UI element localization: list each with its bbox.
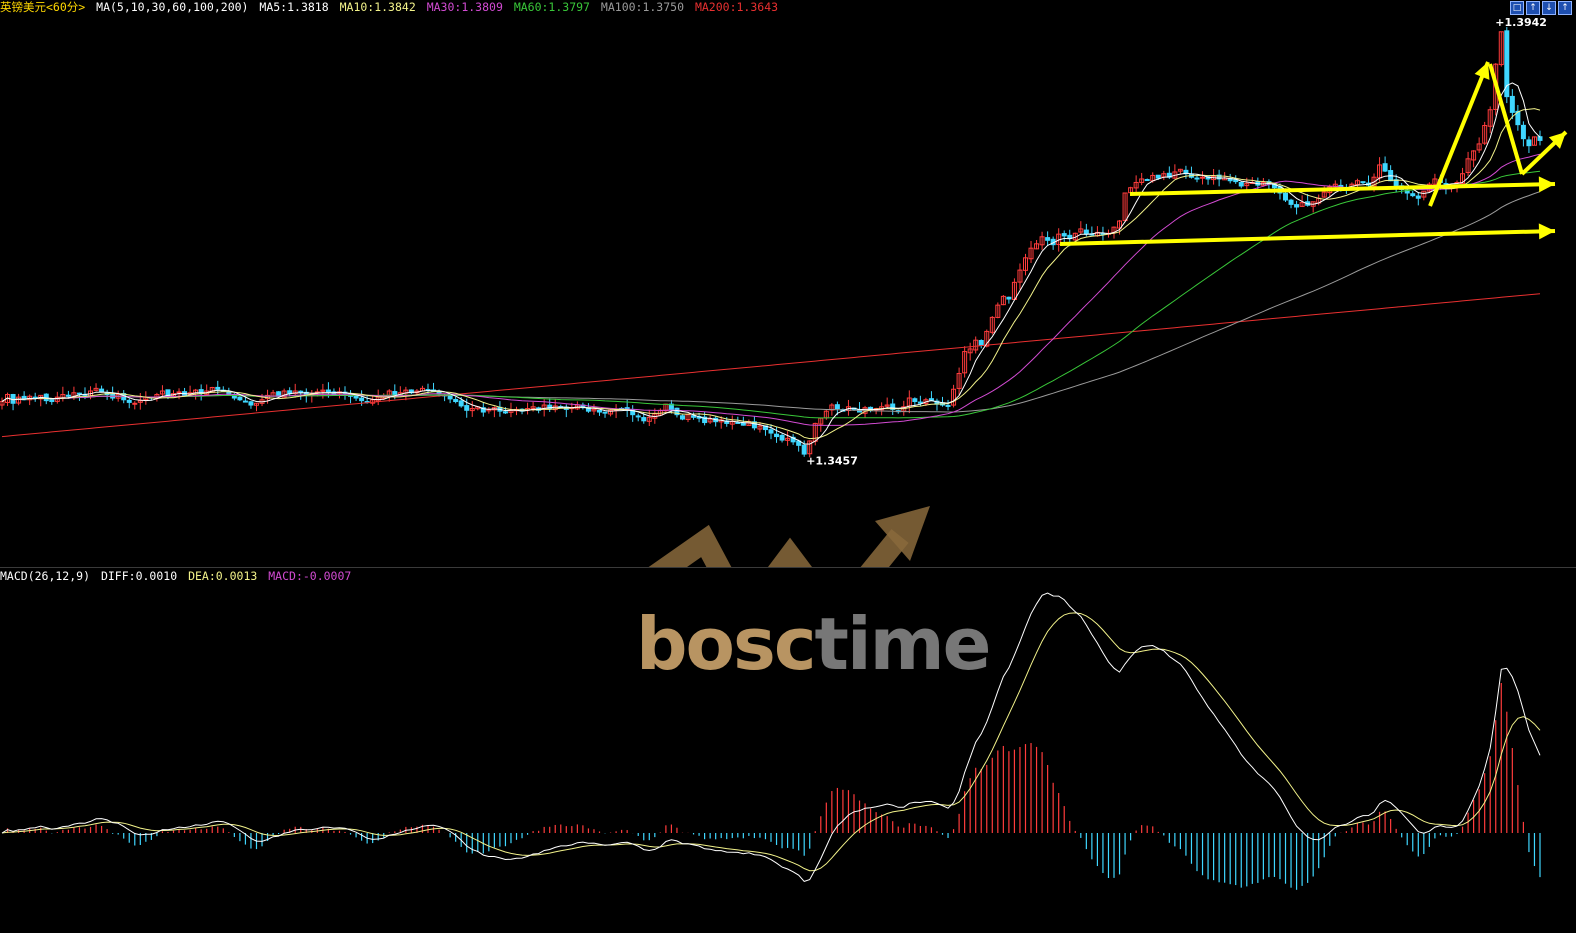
candle-down: [1410, 193, 1416, 197]
down-button[interactable]: ↓: [1542, 1, 1556, 15]
candle-down: [392, 391, 398, 396]
ma200-value: MA200:1.3643: [694, 0, 779, 14]
candle-down: [641, 417, 647, 422]
candle-down: [1504, 30, 1510, 98]
ma-params-label: MA(5,10,30,60,100,200): [96, 0, 249, 14]
candle-down: [635, 415, 641, 418]
candle-down: [1509, 95, 1515, 113]
ma5-line: [1, 82, 1541, 445]
ma100-line: [1, 191, 1541, 413]
candle-down: [502, 411, 508, 414]
candle-down: [596, 409, 602, 413]
high-label: +1.3942: [1495, 16, 1547, 29]
candle-down: [1294, 204, 1300, 208]
instrument-label[interactable]: 英镑美元<60分>: [0, 0, 85, 14]
candle-down: [453, 398, 459, 403]
candle-up: [132, 402, 138, 405]
candle-down: [735, 421, 741, 424]
ma30-line: [1, 153, 1541, 426]
candle-down: [774, 433, 780, 438]
candle-down: [1288, 199, 1294, 205]
candle-down: [1155, 174, 1161, 179]
candle-down: [1006, 296, 1012, 300]
candle-down: [834, 404, 840, 410]
ma30-value: MA30:1.3809: [426, 0, 503, 14]
watermark-text: bosctime: [636, 602, 991, 686]
ma5-value: MA5:1.3818: [259, 0, 329, 14]
candle-down: [1194, 177, 1200, 180]
support-arrow-head: [1538, 223, 1555, 240]
panel-divider: [0, 567, 1576, 568]
candle-down: [779, 434, 785, 441]
resistance-arrow-head: [1538, 176, 1555, 193]
candle-down: [458, 400, 464, 407]
candle-down: [242, 400, 248, 403]
candle-down: [602, 411, 608, 414]
candle-down: [1238, 182, 1244, 187]
candle-down: [1520, 124, 1526, 140]
candle-down: [1382, 163, 1388, 172]
candle-down: [76, 392, 82, 395]
candle-down: [359, 397, 365, 402]
candle-down: [1526, 139, 1532, 147]
candle-down: [65, 394, 71, 397]
ma10-value: MA10:1.3842: [339, 0, 416, 14]
candle-down: [1144, 179, 1150, 182]
restore-button[interactable]: □: [1510, 1, 1524, 15]
candle-down: [978, 340, 984, 346]
watermark-logo: [648, 524, 909, 568]
candle-down: [1045, 237, 1051, 241]
low-label: +1.3457: [806, 455, 858, 468]
candle-down: [768, 429, 774, 434]
ma100-value: MA100:1.3750: [600, 0, 685, 14]
candle-down: [912, 398, 918, 403]
candle-down: [237, 396, 243, 401]
top-button[interactable]: ↑: [1558, 1, 1572, 15]
candle-down: [1061, 233, 1067, 237]
candle-down: [1283, 192, 1289, 201]
ma60-value: MA60:1.3797: [513, 0, 590, 14]
candle-down: [49, 398, 55, 403]
candle-up: [176, 391, 182, 394]
candle-up: [1200, 176, 1206, 179]
candle-down: [801, 444, 807, 455]
candle-down: [464, 405, 470, 411]
candle-down: [1415, 195, 1421, 199]
support-arrow: [1059, 229, 1556, 246]
up-button[interactable]: ↑: [1526, 1, 1540, 15]
candle-down: [679, 415, 685, 420]
ma60-line: [1, 170, 1541, 419]
ma10-line: [1, 108, 1541, 440]
candle-down: [126, 399, 132, 403]
candle-down: [1360, 181, 1366, 184]
candle-down: [99, 388, 105, 393]
price-chart[interactable]: +1.3942 +1.3457: [0, 16, 1576, 568]
window-buttons: □ ↑ ↓ ↑: [1510, 1, 1572, 15]
chart-header: 英镑美元<60分> MA(5,10,30,60,100,200) MA5:1.3…: [0, 0, 782, 16]
candle-down: [1083, 229, 1089, 235]
candle-down: [353, 395, 359, 399]
candle-down: [215, 386, 221, 390]
candle-down: [248, 401, 254, 406]
candle-down: [945, 404, 951, 407]
ma200-line: [1, 293, 1541, 438]
